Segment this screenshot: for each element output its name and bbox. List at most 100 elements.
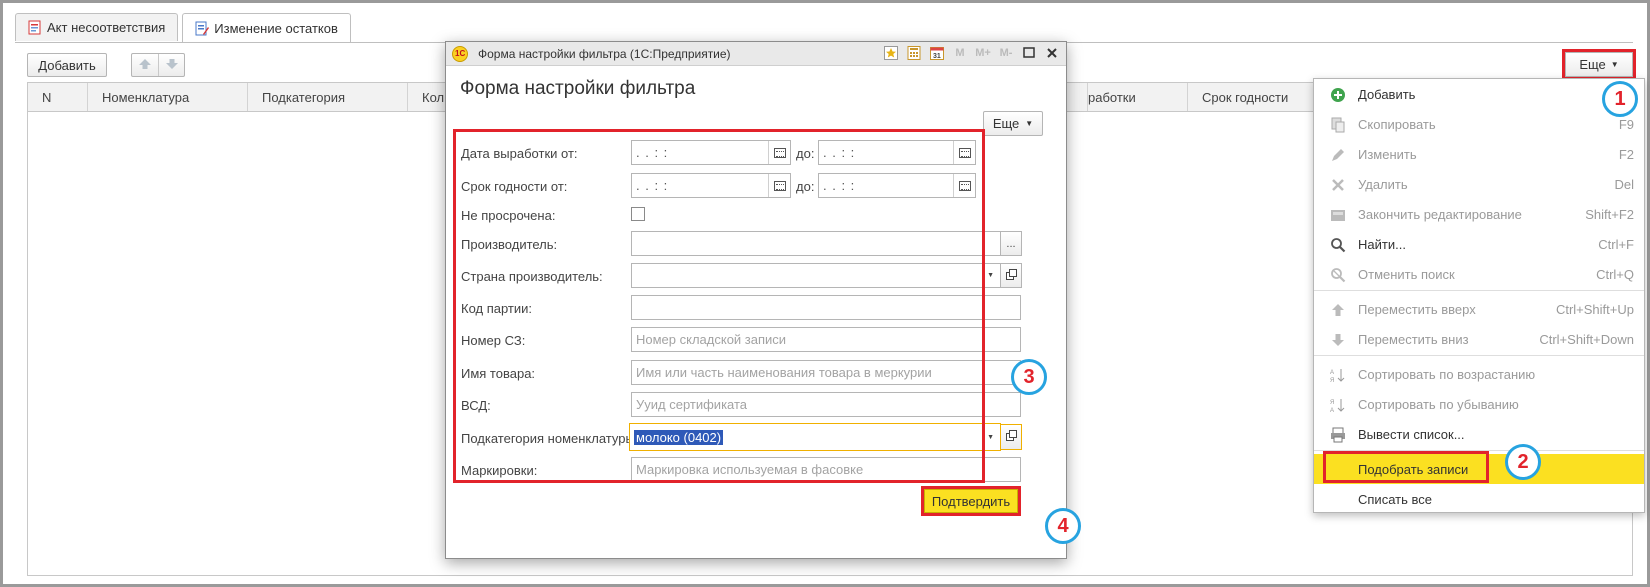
svg-text:31: 31 xyxy=(933,53,941,60)
highlight-frame-confirm xyxy=(921,486,1021,516)
tab-label: Акт несоответствия xyxy=(47,20,166,35)
menu-item-move-up[interactable]: Переместить вверх Ctrl+Shift+Up xyxy=(1314,294,1644,324)
menu-item-label: Сортировать по возрастанию xyxy=(1358,366,1536,382)
svg-text:Я: Я xyxy=(1330,400,1334,406)
tab-bar: Акт несоответствия Изменение остатков xyxy=(15,13,355,43)
menu-item-write-off-all[interactable]: Списать все xyxy=(1314,484,1644,514)
menu-item-shortcut: Ctrl+F xyxy=(1598,236,1634,252)
tab-nonconformity-act[interactable]: Акт несоответствия xyxy=(15,13,179,41)
finish-edit-icon xyxy=(1330,207,1346,223)
cancel-search-icon xyxy=(1330,267,1346,283)
menu-item-label: Списать все xyxy=(1358,491,1432,507)
window-title: Форма настройки фильтра (1С:Предприятие) xyxy=(478,47,731,61)
dialog-more-button[interactable]: Еще ▼ xyxy=(983,111,1043,136)
sort-desc-icon: ЯA xyxy=(1330,397,1346,414)
menu-item-copy[interactable]: Скопировать F9 xyxy=(1314,109,1644,139)
column-header-n[interactable]: N xyxy=(28,83,88,111)
move-down-icon[interactable] xyxy=(165,58,179,73)
menu-item-label: Скопировать xyxy=(1358,116,1436,132)
chevron-down-icon[interactable]: ▼ xyxy=(987,434,994,441)
menu-item-shortcut: Shift+F2 xyxy=(1585,206,1634,222)
svg-text:A: A xyxy=(1330,370,1334,376)
column-header-subcategory[interactable]: Подкатегория xyxy=(248,83,408,111)
pencil-icon xyxy=(1330,147,1346,163)
menu-item-shortcut: Ctrl+Q xyxy=(1596,266,1634,282)
dialog-heading: Форма настройки фильтра xyxy=(460,78,696,99)
move-buttons xyxy=(131,53,185,77)
menu-item-shortcut: Ctrl+Shift+Up xyxy=(1555,301,1634,317)
menu-separator xyxy=(1314,355,1644,356)
chevron-down-icon[interactable]: ▼ xyxy=(987,272,994,279)
menu-item-label: Отменить поиск xyxy=(1358,266,1455,282)
close-icon[interactable] xyxy=(1044,45,1060,61)
menu-item-label: Найти... xyxy=(1358,236,1406,252)
menu-item-move-down[interactable]: Переместить вниз Ctrl+Shift+Down xyxy=(1314,324,1644,354)
arrow-up-icon xyxy=(1330,302,1346,318)
menu-item-sort-desc[interactable]: ЯA Сортировать по убыванию xyxy=(1314,389,1644,419)
calculator-icon[interactable] xyxy=(906,45,922,61)
menu-item-label: Изменить xyxy=(1358,146,1417,162)
titlebar-buttons: 31 М М+ М- xyxy=(883,45,1060,61)
app-logo-icon: 1С xyxy=(452,46,468,62)
menu-item-label: Вывести список... xyxy=(1358,426,1465,442)
country-open-button[interactable] xyxy=(1000,263,1022,288)
menu-item-sort-asc[interactable]: AЯ Сортировать по возрастанию xyxy=(1314,359,1644,389)
tab-label: Изменение остатков xyxy=(214,21,338,36)
menu-item-label: Переместить вверх xyxy=(1358,301,1476,317)
memory-m-button[interactable]: М xyxy=(952,45,968,61)
highlight-frame-pick-records xyxy=(1323,451,1489,483)
move-up-icon[interactable] xyxy=(138,58,152,73)
dialog-titlebar: 1С Форма настройки фильтра (1С:Предприят… xyxy=(446,42,1066,66)
add-button[interactable]: Добавить xyxy=(27,53,107,77)
column-header-expiry-date[interactable]: Срок годности xyxy=(1188,83,1328,111)
svg-text:Я: Я xyxy=(1330,378,1334,383)
step-badge-1: 1 xyxy=(1602,81,1638,117)
highlight-frame-filter-fields xyxy=(453,129,985,483)
copy-icon xyxy=(1330,117,1346,133)
menu-item-output-list[interactable]: Вывести список... xyxy=(1314,419,1644,449)
more-actions-menu: Добавить Скопировать F9 Изменить F2 Удал… xyxy=(1313,78,1645,513)
subcategory-open-button[interactable] xyxy=(1000,424,1022,450)
print-list-icon xyxy=(1330,427,1346,443)
memory-minus-button[interactable]: М- xyxy=(998,45,1014,61)
menu-item-cancel-search[interactable]: Отменить поиск Ctrl+Q xyxy=(1314,259,1644,289)
favorite-star-icon[interactable] xyxy=(883,45,899,61)
manufacturer-select-button[interactable]: ... xyxy=(1000,231,1022,256)
menu-item-label: Сортировать по убыванию xyxy=(1358,396,1519,412)
column-header-nomenclature[interactable]: Номенклатура xyxy=(88,83,248,111)
open-window-icon xyxy=(1005,268,1017,283)
step-badge-3: 3 xyxy=(1011,359,1047,395)
sort-asc-icon: AЯ xyxy=(1330,367,1346,384)
menu-item-label: Добавить xyxy=(1358,86,1416,102)
menu-item-shortcut: F9 xyxy=(1618,116,1634,132)
more-label: Еще xyxy=(992,116,1020,131)
menu-separator xyxy=(1314,290,1644,291)
maximize-icon[interactable] xyxy=(1021,45,1037,61)
menu-item-finish-edit[interactable]: Закончить редактирование Shift+F2 xyxy=(1314,199,1644,229)
step-badge-4: 4 xyxy=(1045,508,1081,544)
menu-item-shortcut: Del xyxy=(1614,176,1634,192)
filter-settings-dialog: 1С Форма настройки фильтра (1С:Предприят… xyxy=(445,41,1067,559)
chevron-down-icon: ▼ xyxy=(1025,119,1034,128)
menu-item-label: Переместить вниз xyxy=(1358,331,1469,347)
tab-stock-change[interactable]: Изменение остатков xyxy=(182,13,351,43)
divider xyxy=(157,54,159,76)
arrow-down-icon xyxy=(1330,332,1346,348)
svg-text:A: A xyxy=(1330,408,1334,413)
menu-item-edit[interactable]: Изменить F2 xyxy=(1314,139,1644,169)
menu-item-shortcut: Ctrl+Shift+Down xyxy=(1539,331,1634,347)
search-icon xyxy=(1330,237,1346,253)
edit-document-icon xyxy=(195,21,210,36)
column-header-production-date[interactable]: работки xyxy=(1088,83,1188,111)
memory-plus-button[interactable]: М+ xyxy=(975,45,991,61)
open-window-icon xyxy=(1005,430,1017,444)
menu-item-label: Удалить xyxy=(1358,176,1408,192)
application-window: Акт несоответствия Изменение остатков До… xyxy=(0,0,1650,587)
highlight-frame-more xyxy=(1562,49,1636,80)
delete-x-icon xyxy=(1330,177,1346,193)
menu-item-find[interactable]: Найти... Ctrl+F xyxy=(1314,229,1644,259)
menu-item-add[interactable]: Добавить xyxy=(1314,79,1644,109)
calendar-icon[interactable]: 31 xyxy=(929,45,945,61)
menu-item-delete[interactable]: Удалить Del xyxy=(1314,169,1644,199)
document-icon xyxy=(28,20,41,35)
